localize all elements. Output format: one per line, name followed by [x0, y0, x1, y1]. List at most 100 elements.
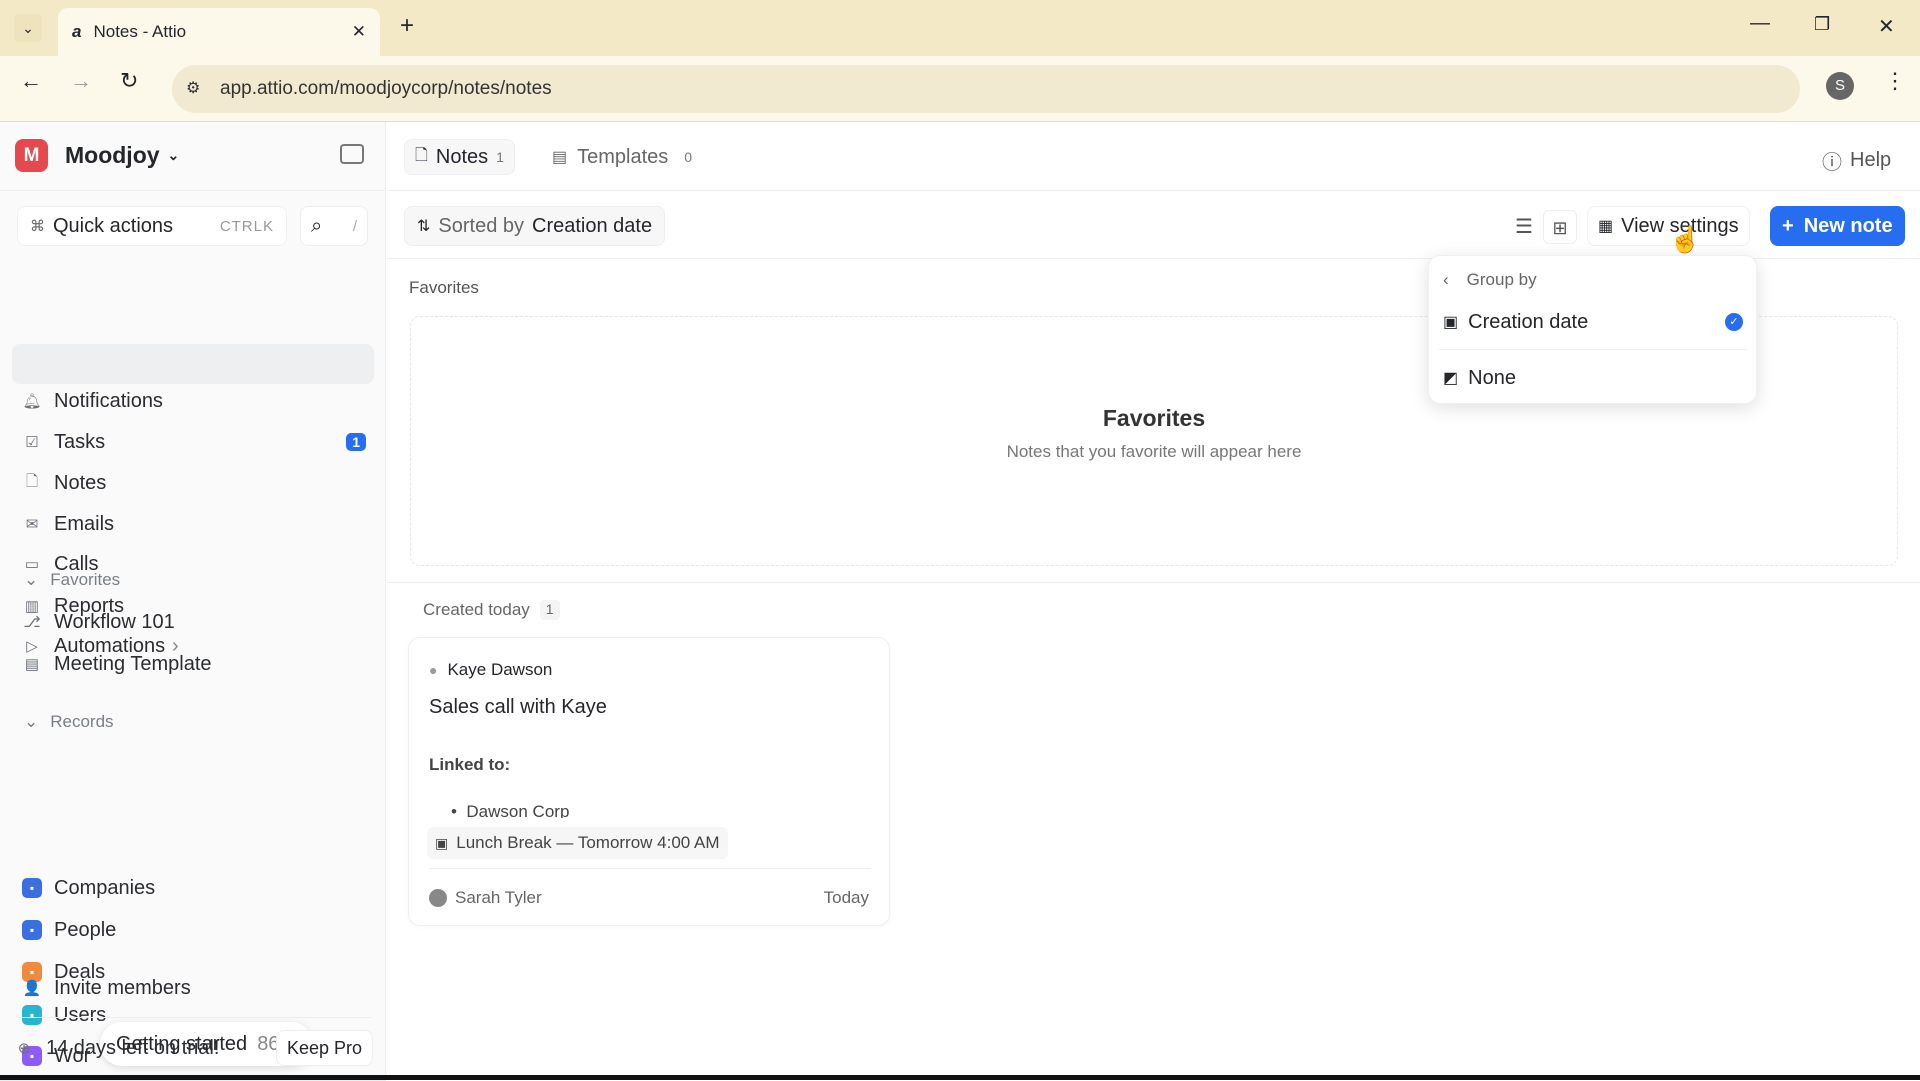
note-card[interactable]: ● Kaye Dawson Sales call with Kaye Linked…: [408, 637, 890, 926]
search-button[interactable]: ⌕ /: [300, 206, 368, 246]
sidebar-item-notifications[interactable]: 🔔︎ Notifications: [22, 384, 366, 418]
bell-icon: 🔔︎: [22, 393, 42, 410]
favorites-header[interactable]: ⌄ Favorites: [24, 570, 120, 590]
chevron-left-icon: ‹: [1443, 270, 1449, 289]
chevron-down-icon: ⌄: [24, 712, 39, 731]
minimize-icon[interactable]: —: [1750, 12, 1770, 35]
tasks-badge: 1: [346, 433, 366, 451]
workspace-name: Moodjoy: [65, 142, 160, 168]
option-none[interactable]: ◩ None: [1439, 356, 1747, 400]
tab-templates[interactable]: ▤ Templates 0: [552, 139, 692, 175]
empty-title: Favorites: [1102, 405, 1206, 431]
toggle-sidebar-icon[interactable]: [340, 144, 364, 164]
sidebar-item-tasks[interactable]: ☑ Tasks 1: [22, 425, 366, 459]
record-people[interactable]: ▪ People: [22, 913, 116, 947]
favorite-workflow-101[interactable]: ⎇ Workflow 101: [22, 605, 174, 639]
author-name: Sarah Tyler: [455, 888, 542, 907]
url-text: app.attio.com/moodjoycorp/notes/notes: [220, 78, 552, 99]
divider: [0, 190, 386, 191]
keep-pro-button[interactable]: Keep Pro: [276, 1030, 374, 1066]
sort-button[interactable]: ⇅ Sorted by Creation date: [404, 206, 666, 246]
sidebar-item-emails[interactable]: ✉ Emails: [22, 507, 366, 541]
quick-actions-label: Quick actions: [53, 214, 174, 237]
upgrade-icon: ⊕: [17, 1040, 31, 1057]
linked-label: Linked to:: [429, 755, 511, 774]
workspace-switcher[interactable]: Moodjoy ⌄: [65, 142, 179, 169]
event-chip[interactable]: ▣ Lunch Break — Tomorrow 4:00 AM: [427, 827, 728, 859]
sidebar-item-label: Notes: [54, 471, 107, 494]
main-content: 🗋 Notes 1 ▤ Templates 0 ⓘ Help ⇅ Sorted by Crea…: [387, 122, 1920, 1075]
back-icon[interactable]: ←: [20, 68, 42, 94]
group-header: Created today 1: [423, 600, 560, 620]
profile-avatar[interactable]: S: [1826, 72, 1854, 100]
check-circle-icon: ✓: [1725, 313, 1743, 331]
sidebar: M Moodjoy ⌄ ⌘ Quick actions CTRLK ⌕ / 🔔︎ No…: [0, 122, 386, 1081]
chevron-down-icon: ⌄: [167, 147, 180, 163]
search-icon: ⌕: [311, 214, 323, 237]
note-title: Sales call with Kaye: [429, 696, 607, 718]
favorites-section-label: Favorites: [409, 278, 479, 297]
group-by-back-button[interactable]: ‹ Group by: [1443, 270, 1537, 290]
sidebar-item-label: Notifications: [54, 389, 163, 412]
record-label: Companies: [54, 876, 156, 899]
divider: [16, 1017, 372, 1018]
forward-icon[interactable]: →: [70, 68, 92, 94]
group-label: Created today: [423, 600, 530, 619]
close-window-icon[interactable]: ✕: [1878, 14, 1895, 39]
sidebar-item-label: Emails: [54, 512, 115, 535]
command-icon: ⌘: [30, 218, 45, 235]
browser-menu-icon[interactable]: ⋮: [1884, 68, 1906, 94]
mail-icon: ✉: [25, 516, 39, 533]
help-button[interactable]: ⓘ Help: [1822, 146, 1891, 175]
divider: [1439, 349, 1747, 350]
empty-text: Notes that you favorite will appear here: [1006, 442, 1302, 461]
divider: [429, 868, 871, 869]
record-icon: ▪: [22, 878, 42, 898]
grid-view-icon[interactable]: ⊞: [1543, 210, 1577, 244]
sidebar-item-notes[interactable]: 🗋 Notes: [22, 466, 366, 500]
help-label: Help: [1850, 149, 1892, 171]
option-creation-date[interactable]: ▣ Creation date ✓: [1439, 300, 1747, 344]
tab-label: Templates: [577, 145, 669, 168]
linked-item: • Dawson Corp: [451, 802, 569, 818]
quick-actions-button[interactable]: ⌘ Quick actions CTRLK: [17, 206, 287, 246]
shortcut-hint: CTRLK: [219, 217, 274, 235]
option-label: Creation date: [1468, 310, 1589, 333]
records-header[interactable]: ⌄ Records: [24, 712, 114, 732]
note-person[interactable]: ● Kaye Dawson: [429, 660, 552, 680]
record-label: Users: [54, 1003, 107, 1026]
workflow-icon: ⎇: [23, 614, 41, 631]
group-count: 1: [539, 600, 560, 620]
url-field[interactable]: ⚙ app.attio.com/moodjoycorp/notes/notes: [172, 65, 1800, 113]
restore-icon[interactable]: ❐: [1814, 14, 1830, 35]
note-author: Sarah Tyler: [429, 888, 542, 908]
tab-count: 0: [684, 149, 693, 165]
tab-notes[interactable]: 🗋 Notes 1: [404, 139, 515, 175]
search-shortcut: /: [352, 217, 357, 235]
divider: [387, 190, 1920, 191]
calendar-icon: ▣: [1443, 314, 1459, 331]
trial-text: 14 days left on trial!: [46, 1036, 220, 1059]
invite-members-button[interactable]: 👤 Invite members: [22, 971, 191, 1005]
favorites-label: Favorites: [50, 570, 121, 589]
new-note-button[interactable]: + New note: [1770, 206, 1905, 246]
help-icon: ⓘ: [1822, 152, 1842, 174]
note-icon: 🗋: [415, 146, 428, 164]
site-settings-icon[interactable]: ⚙: [186, 78, 200, 98]
list-view-icon[interactable]: ☰: [1507, 210, 1541, 244]
browser-tab[interactable]: a Notes - Attio ✕: [58, 8, 380, 56]
plus-icon: +: [1782, 214, 1794, 237]
sidebar-item-label: Tasks: [54, 430, 106, 453]
note-icon: 🗋: [25, 472, 39, 490]
divider: [387, 582, 1920, 583]
tab-list-button[interactable]: ⌄: [14, 14, 42, 42]
close-tab-icon[interactable]: ✕: [352, 22, 366, 42]
new-tab-icon[interactable]: +: [400, 12, 414, 40]
new-note-label: New note: [1803, 214, 1893, 237]
chevron-down-icon: ⌄: [24, 570, 39, 589]
calendar-icon: ▣: [435, 834, 449, 851]
favorite-meeting-template[interactable]: ▤ Meeting Template: [22, 647, 212, 681]
view-settings-icon: ▦: [1598, 218, 1614, 235]
reload-icon[interactable]: ↻: [120, 68, 138, 94]
record-companies[interactable]: ▪ Companies: [22, 871, 155, 905]
